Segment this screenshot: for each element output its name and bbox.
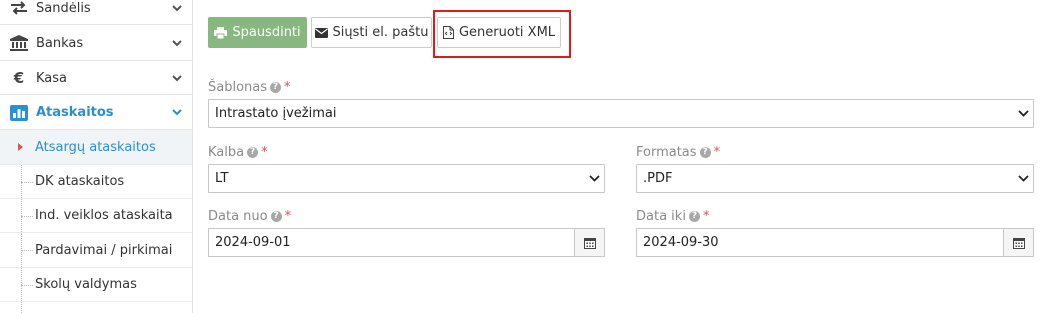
template-select-value: Intrastato įvežimai — [215, 106, 337, 121]
help-icon[interactable]: ? — [247, 147, 259, 158]
sidebar-subitem-label: Pardavimai / pirkimai — [35, 242, 173, 258]
file-code-icon — [442, 26, 454, 39]
envelope-icon — [314, 27, 328, 38]
sidebar: Sandėlis Bankas € Kasa Ataskaitos Atsarg… — [0, 0, 193, 313]
date-from-label: Data nuo ? * — [208, 209, 292, 224]
chevron-down-icon — [169, 109, 185, 116]
help-icon[interactable]: ? — [270, 82, 282, 93]
required-marker: * — [261, 145, 268, 160]
help-icon[interactable]: ? — [270, 211, 282, 222]
date-from-value[interactable]: 2024-09-01 — [209, 235, 574, 250]
caret-right-icon — [18, 143, 23, 151]
language-label: Kalba ? * — [208, 145, 268, 160]
sidebar-item-label: Ataskaitos — [36, 105, 114, 120]
template-select[interactable]: Intrastato įvežimai — [208, 99, 1034, 128]
send-email-button[interactable]: Siųsti el. paštu — [311, 17, 432, 48]
sidebar-subitem-atsargu-ataskaitos[interactable]: Atsargų ataskaitos — [0, 130, 192, 165]
chevron-down-icon — [169, 4, 185, 12]
help-icon[interactable]: ? — [688, 211, 700, 222]
bank-icon — [8, 35, 30, 51]
language-select-value: LT — [215, 171, 229, 186]
chart-icon — [8, 104, 30, 121]
arrows-exchange-icon — [8, 1, 30, 15]
sidebar-item-sandelis[interactable]: Sandėlis — [0, 0, 193, 25]
sidebar-subitem-label: Atsargų ataskaitos — [35, 139, 156, 155]
generate-xml-button-label: Generuoti XML — [458, 25, 556, 40]
chevron-down-icon — [169, 39, 185, 47]
date-to-field[interactable]: 2024-09-30 — [636, 228, 1034, 257]
euro-icon: € — [13, 69, 25, 87]
chevron-down-icon — [169, 74, 185, 82]
required-marker: * — [284, 209, 292, 224]
required-marker: * — [284, 80, 291, 95]
help-icon[interactable]: ? — [699, 147, 711, 158]
chevron-down-icon — [1013, 175, 1033, 182]
sidebar-subitem-pardavimai[interactable]: Pardavimai / pirkimai — [0, 233, 192, 268]
sidebar-subitem-label: Ind. veiklos ataskaita — [35, 208, 173, 223]
generate-xml-button[interactable]: Generuoti XML — [437, 17, 561, 48]
required-marker: * — [713, 145, 721, 160]
date-to-value[interactable]: 2024-09-30 — [637, 235, 1003, 250]
date-to-label: Data iki ? * — [636, 209, 710, 224]
print-icon — [214, 26, 228, 39]
template-label: Šablonas ? * — [208, 80, 291, 95]
sidebar-subitem-skolu-valdymas[interactable]: Skolų valdymas — [0, 268, 192, 302]
print-button-label: Spausdinti — [232, 25, 301, 40]
sidebar-item-label: Kasa — [36, 70, 68, 86]
sidebar-subitem-dk-ataskaitos[interactable]: DK ataskaitos — [0, 165, 192, 199]
calendar-icon[interactable] — [574, 229, 604, 256]
sidebar-item-label: Sandėlis — [36, 0, 91, 16]
format-label: Formatas ? * — [636, 145, 721, 160]
required-marker: * — [702, 209, 710, 224]
chevron-down-icon — [1013, 110, 1033, 117]
sidebar-item-kasa[interactable]: € Kasa — [0, 62, 193, 95]
sidebar-subitem-label: Skolų valdymas — [35, 277, 137, 292]
language-select[interactable]: LT — [208, 164, 605, 193]
sidebar-item-label: Bankas — [36, 35, 84, 51]
sidebar-subitem-more — [0, 302, 192, 313]
sidebar-item-bankas[interactable]: Bankas — [0, 26, 193, 61]
sidebar-item-ataskaitos[interactable]: Ataskaitos — [0, 96, 193, 130]
send-email-button-label: Siųsti el. paštu — [332, 25, 429, 40]
sidebar-subitem-ind-veiklos[interactable]: Ind. veiklos ataskaita — [0, 199, 192, 233]
format-select[interactable]: .PDF — [636, 164, 1034, 193]
chevron-down-icon — [584, 175, 604, 182]
calendar-icon[interactable] — [1003, 229, 1033, 256]
sidebar-subitem-label: DK ataskaitos — [35, 174, 125, 189]
print-button[interactable]: Spausdinti — [208, 17, 307, 48]
format-select-value: .PDF — [643, 171, 673, 186]
date-from-field[interactable]: 2024-09-01 — [208, 228, 605, 257]
